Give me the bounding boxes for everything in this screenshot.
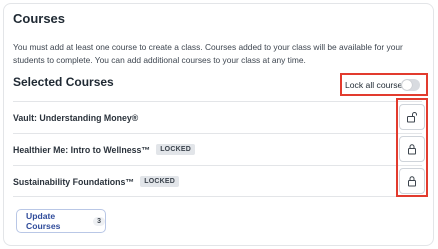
course-row: Sustainability Foundations™ LOCKED (13, 165, 422, 197)
course-count-badge: 3 (93, 216, 105, 226)
course-row: Vault: Understanding Money® (13, 101, 422, 133)
selected-courses-heading: Selected Courses (13, 75, 114, 89)
lock-all-control[interactable]: Lock all courses (340, 73, 428, 96)
page-title: Courses (13, 11, 66, 26)
toggle-knob (402, 80, 412, 90)
locked-badge: LOCKED (156, 144, 195, 155)
course-name: Sustainability Foundations™ (13, 176, 135, 187)
lock-all-label: Lock all courses (345, 79, 407, 90)
course-row: Healthier Me: Intro to Wellness™ LOCKED (13, 133, 422, 165)
locked-badge: LOCKED (140, 176, 179, 187)
course-name: Healthier Me: Intro to Wellness™ (13, 144, 151, 155)
update-courses-label: Update Courses (26, 211, 61, 231)
course-name: Vault: Understanding Money® (13, 112, 139, 123)
courses-description: You must add at least one course to crea… (13, 42, 403, 65)
lock-all-toggle[interactable] (401, 79, 420, 91)
update-courses-button[interactable]: Update Courses 3 (16, 209, 106, 233)
lock-column-highlight (396, 98, 428, 197)
row-divider (13, 196, 422, 197)
